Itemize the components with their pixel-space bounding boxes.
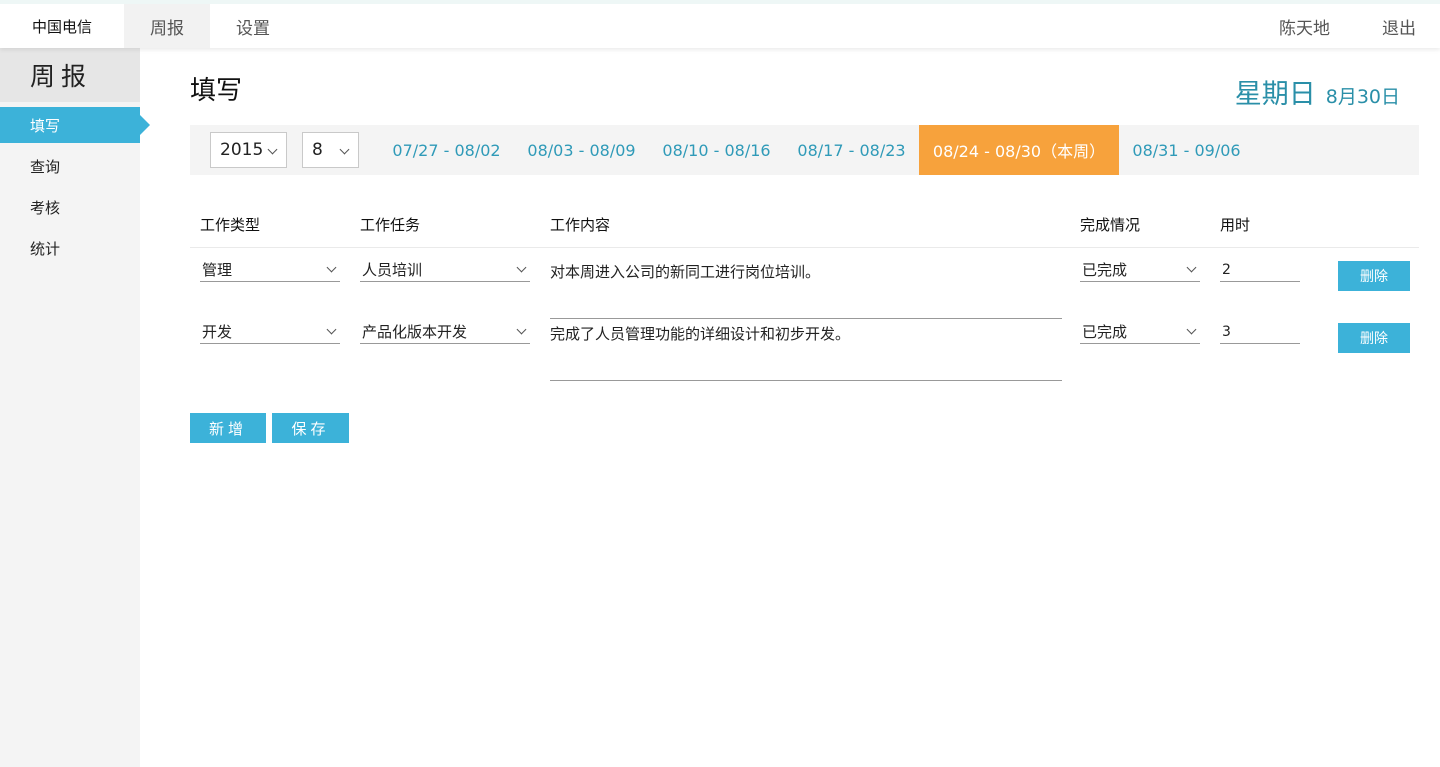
weekday-label: 星期日 bbox=[1234, 79, 1316, 110]
year-select[interactable]: 2015 bbox=[210, 132, 287, 168]
top-bar: 中国电信 周报 设置 陈天地 退出 bbox=[0, 0, 1440, 48]
tab-weekly-report[interactable]: 周报 bbox=[124, 4, 210, 48]
status-select[interactable]: 已完成 bbox=[1080, 260, 1200, 282]
brand-logo: 中国电信 bbox=[31, 17, 92, 36]
header-divider bbox=[190, 247, 1419, 248]
month-value: 8 bbox=[312, 140, 323, 160]
status-value: 已完成 bbox=[1082, 261, 1128, 279]
user-name-link[interactable]: 陈天地 bbox=[1279, 4, 1330, 48]
work-type-select[interactable]: 开发 bbox=[200, 322, 340, 344]
content-underline bbox=[550, 318, 1062, 319]
page-title: 填写 bbox=[190, 76, 243, 106]
chevron-down-icon bbox=[516, 324, 527, 335]
week-link[interactable]: 08/03 - 08/09 bbox=[515, 125, 648, 175]
current-date: 星期日 8月30日 bbox=[1235, 72, 1400, 111]
sidebar-item-query[interactable]: 查询 bbox=[0, 148, 140, 184]
week-link[interactable]: 08/10 - 08/16 bbox=[650, 125, 783, 175]
sidebar-item-assessment[interactable]: 考核 bbox=[0, 189, 140, 225]
chevron-down-icon bbox=[326, 262, 337, 273]
work-type-value: 管理 bbox=[202, 261, 233, 279]
status-select[interactable]: 已完成 bbox=[1080, 322, 1200, 344]
year-value: 2015 bbox=[220, 140, 264, 160]
column-header-hours: 用时 bbox=[1220, 216, 1251, 234]
work-task-select[interactable]: 产品化版本开发 bbox=[360, 322, 530, 344]
week-link-current[interactable]: 08/24 - 08/30（本周） bbox=[919, 125, 1119, 175]
week-link[interactable]: 08/31 - 09/06 bbox=[1120, 125, 1253, 175]
work-content-input[interactable]: 完成了人员管理功能的详细设计和初步开发。 bbox=[550, 323, 850, 344]
column-header-task: 工作任务 bbox=[360, 216, 421, 234]
content-underline bbox=[550, 380, 1062, 381]
work-task-value: 人员培训 bbox=[362, 261, 423, 279]
week-link[interactable]: 08/17 - 08/23 bbox=[785, 125, 918, 175]
hours-input[interactable]: 3 bbox=[1220, 322, 1300, 344]
status-value: 已完成 bbox=[1082, 323, 1128, 341]
work-content-input[interactable]: 对本周进入公司的新同工进行岗位培训。 bbox=[550, 261, 820, 282]
chevron-down-icon bbox=[267, 144, 278, 155]
add-row-button[interactable]: 新增 bbox=[190, 413, 266, 443]
tab-settings[interactable]: 设置 bbox=[210, 4, 296, 48]
work-type-value: 开发 bbox=[202, 323, 233, 341]
chevron-down-icon bbox=[1186, 262, 1197, 273]
delete-button[interactable]: 删除 bbox=[1338, 261, 1410, 291]
chevron-down-icon bbox=[326, 324, 337, 335]
date-label: 8月30日 bbox=[1325, 86, 1400, 108]
work-task-select[interactable]: 人员培训 bbox=[360, 260, 530, 282]
week-selector-bar: 2015 8 07/27 - 08/02 08/03 - 08/09 08/10… bbox=[190, 125, 1419, 175]
sidebar-item-fill[interactable]: 填写 bbox=[0, 107, 150, 143]
hours-input[interactable]: 2 bbox=[1220, 260, 1300, 282]
sidebar: 周报 填写 查询 考核 统计 bbox=[0, 48, 150, 767]
chevron-down-icon bbox=[1186, 324, 1197, 335]
work-task-value: 产品化版本开发 bbox=[362, 323, 468, 341]
save-button[interactable]: 保存 bbox=[272, 413, 349, 443]
week-link[interactable]: 07/27 - 08/02 bbox=[380, 125, 513, 175]
sidebar-item-statistics[interactable]: 统计 bbox=[0, 230, 140, 266]
chevron-down-icon bbox=[516, 262, 527, 273]
column-header-status: 完成情况 bbox=[1080, 216, 1141, 234]
month-select[interactable]: 8 bbox=[302, 132, 359, 168]
work-type-select[interactable]: 管理 bbox=[200, 260, 340, 282]
delete-button[interactable]: 删除 bbox=[1338, 323, 1410, 353]
column-header-type: 工作类型 bbox=[200, 216, 261, 234]
chevron-down-icon bbox=[339, 144, 350, 155]
sidebar-title: 周报 bbox=[0, 48, 140, 102]
logout-link[interactable]: 退出 bbox=[1382, 4, 1416, 48]
column-header-content: 工作内容 bbox=[550, 216, 611, 234]
